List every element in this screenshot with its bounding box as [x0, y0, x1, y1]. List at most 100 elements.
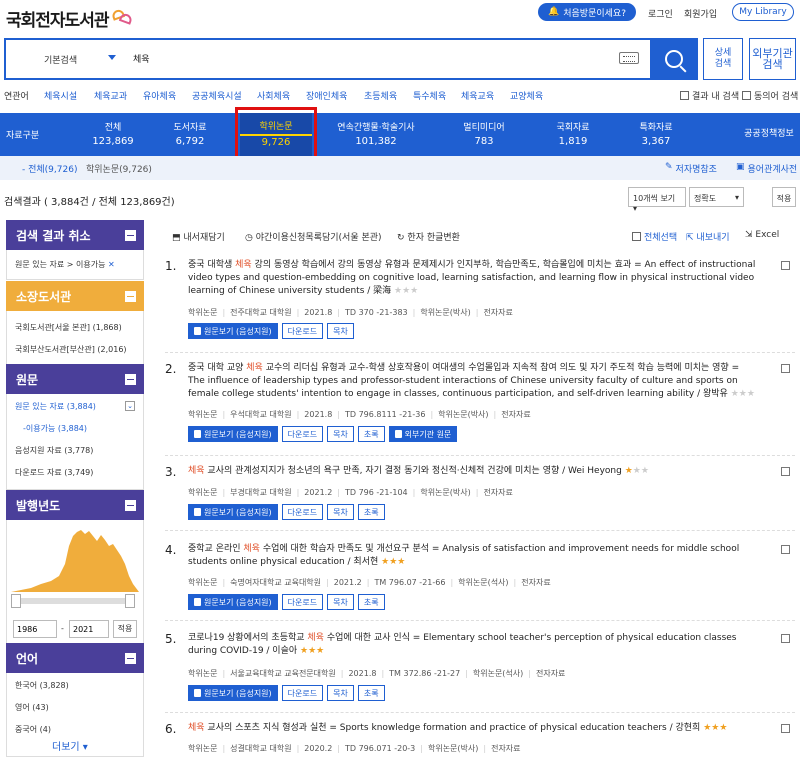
author-reference-link[interactable]: ✎ 저자명참조	[665, 162, 717, 175]
toc-button[interactable]: 목차	[327, 594, 354, 610]
download-button[interactable]: 다운로드	[281, 323, 324, 339]
download-button[interactable]: 다운로드	[281, 504, 324, 520]
related-term[interactable]: 체육시설	[44, 89, 77, 102]
result-checkbox[interactable]	[781, 545, 790, 554]
apply-button[interactable]: 적용	[772, 187, 796, 207]
related-term[interactable]: 교양체육	[510, 89, 543, 102]
related-term[interactable]: 체육교육	[461, 89, 494, 102]
tab-special[interactable]: 특화자료 3,367	[630, 113, 682, 156]
tab-public-policy[interactable]: 공공정책정보	[738, 113, 800, 156]
abstract-button[interactable]: 초록	[357, 594, 385, 610]
original-filter[interactable]: 다운로드 자료 (3,749)	[15, 462, 135, 484]
within-results-option[interactable]: 결과 내 검색	[680, 89, 739, 102]
external-search-button[interactable]: 외부기관 검색	[749, 38, 796, 80]
year-from-input[interactable]	[13, 620, 57, 638]
collapse-icon[interactable]	[125, 290, 136, 302]
result-title[interactable]: 체육 교사의 스포츠 지식 형성과 실천 = Sports knowledge …	[188, 722, 758, 735]
view-original-button[interactable]: 원문보기 (음성지원)	[188, 504, 278, 520]
related-term[interactable]: 사회체육	[257, 89, 290, 102]
result-checkbox[interactable]	[781, 261, 790, 270]
panel-header[interactable]: 언어	[6, 643, 144, 673]
sort-select[interactable]: 정확도 ▾	[689, 187, 744, 207]
year-apply-button[interactable]: 적용	[113, 620, 137, 638]
library-filter[interactable]: 국회부산도서관[부산관] (2,016)	[15, 339, 135, 361]
search-input[interactable]	[133, 53, 603, 63]
toc-button[interactable]: 목차	[327, 323, 354, 339]
result-checkbox[interactable]	[781, 467, 790, 476]
view-original-button[interactable]: 원문보기 (음성지원)	[188, 685, 278, 701]
result-title[interactable]: 중국 대학생 체육 강의 동영상 학습에서 강의 동영상 유형과 문제제시가 인…	[188, 259, 758, 298]
abstract-button[interactable]: 초록	[357, 504, 385, 520]
download-button[interactable]: 다운로드	[281, 685, 324, 701]
search-type-select[interactable]: 기본검색	[44, 53, 77, 66]
tab-multimedia[interactable]: 멀티미디어 783	[456, 113, 512, 156]
collapse-icon[interactable]	[125, 373, 136, 385]
tab-assembly[interactable]: 국회자료 1,819	[548, 113, 598, 156]
first-visit-button[interactable]: 🔔 처음방문이세요?	[538, 3, 636, 21]
download-button[interactable]: 다운로드	[281, 594, 324, 610]
my-library-button[interactable]: My Library	[732, 3, 794, 21]
year-slider-handle-start[interactable]	[11, 594, 21, 608]
per-page-select[interactable]: 10개씩 보기 ▾	[628, 187, 686, 213]
abstract-button[interactable]: 초록	[357, 426, 385, 442]
view-original-button[interactable]: 원문보기 (음성지원)	[188, 594, 278, 610]
result-title[interactable]: 코로나19 상황에서의 초등학교 체육 수업에 대한 교사 인식 = Eleme…	[188, 632, 758, 658]
result-title[interactable]: 체육 교사의 관계성지지가 청소년의 욕구 만족, 자기 결정 동기와 정신적·…	[188, 465, 758, 478]
download-button[interactable]: 다운로드	[281, 426, 324, 442]
original-filter[interactable]: 음성지원 자료 (3,778)	[15, 440, 135, 462]
sub-filter-thesis[interactable]: 학위논문(9,726)	[86, 162, 152, 175]
checkbox[interactable]	[742, 91, 751, 100]
keyboard-icon[interactable]	[619, 52, 639, 64]
toc-button[interactable]: 목차	[327, 426, 354, 442]
chevron-down-icon[interactable]: ⌄	[125, 401, 135, 411]
related-term[interactable]: 장애인체육	[306, 89, 347, 102]
tab-periodicals[interactable]: 연속간행물·학술기사 101,382	[328, 113, 424, 156]
panel-header[interactable]: 소장도서관	[6, 281, 144, 311]
toc-button[interactable]: 목차	[327, 504, 354, 520]
chevron-down-icon[interactable]	[108, 55, 116, 60]
advanced-search-button[interactable]: 상세 검색	[703, 38, 743, 80]
language-filter[interactable]: 영어 (43)	[15, 697, 135, 719]
result-checkbox[interactable]	[781, 724, 790, 733]
related-term[interactable]: 공공체육시설	[192, 89, 242, 102]
search-button[interactable]	[650, 38, 698, 80]
night-use-button[interactable]: ◷ 야간이용신청목록담기(서울 본관)	[245, 230, 382, 243]
site-logo[interactable]: 국회전자도서관	[6, 6, 134, 31]
original-filter[interactable]: -이용가능 (3,884)	[15, 418, 135, 440]
save-to-library-button[interactable]: ⬒ 내서재담기	[172, 230, 225, 243]
result-title[interactable]: 중학교 온라인 체육 수업에 대한 학습자 만족도 및 개선요구 분석 = An…	[188, 543, 758, 569]
related-term[interactable]: 유아체육	[143, 89, 176, 102]
view-original-button[interactable]: 원문보기 (음성지원)	[188, 323, 278, 339]
related-term[interactable]: 특수체육	[413, 89, 446, 102]
panel-header[interactable]: 발행년도	[6, 490, 144, 520]
excel-button[interactable]: ⇲ Excel	[745, 230, 779, 240]
view-original-button[interactable]: 원문보기 (음성지원)	[188, 426, 278, 442]
checkbox[interactable]	[632, 232, 641, 241]
hanja-convert-button[interactable]: ↻ 한자 한글변환	[397, 230, 460, 243]
close-icon[interactable]: ✕	[108, 260, 115, 269]
related-term[interactable]: 초등체육	[364, 89, 397, 102]
abstract-button[interactable]: 초록	[357, 685, 385, 701]
checkbox[interactable]	[680, 91, 689, 100]
library-filter[interactable]: 국회도서관[서울 본관] (1,868)	[15, 317, 135, 339]
tab-all[interactable]: 전체 123,869	[88, 113, 138, 156]
login-link[interactable]: 로그인	[648, 7, 673, 20]
result-title[interactable]: 중국 대학 교양 체육 교수의 리더십 유형과 교수-학생 상호작용이 여대생의…	[188, 362, 758, 401]
synonym-option[interactable]: 동의어 검색	[742, 89, 798, 102]
year-to-input[interactable]	[69, 620, 109, 638]
select-all[interactable]: 전체선택	[632, 230, 677, 243]
panel-header[interactable]: 검색 결과 취소	[6, 220, 144, 250]
tab-books[interactable]: 도서자료 6,792	[165, 113, 215, 156]
result-checkbox[interactable]	[781, 634, 790, 643]
related-term[interactable]: 체육교과	[94, 89, 127, 102]
sub-filter-all[interactable]: - 전체(9,726)	[22, 162, 77, 175]
external-original-button[interactable]: 외부기관 원문	[388, 426, 458, 442]
collapse-icon[interactable]	[125, 229, 136, 241]
term-dictionary-link[interactable]: ▣ 용어관계사전	[736, 162, 797, 175]
toc-button[interactable]: 목차	[327, 685, 354, 701]
year-slider-handle-end[interactable]	[125, 594, 135, 608]
result-checkbox[interactable]	[781, 364, 790, 373]
signup-link[interactable]: 회원가입	[684, 7, 717, 20]
language-filter[interactable]: 한국어 (3,828)	[15, 675, 135, 697]
more-button[interactable]: 더보기 ▾	[52, 738, 88, 753]
